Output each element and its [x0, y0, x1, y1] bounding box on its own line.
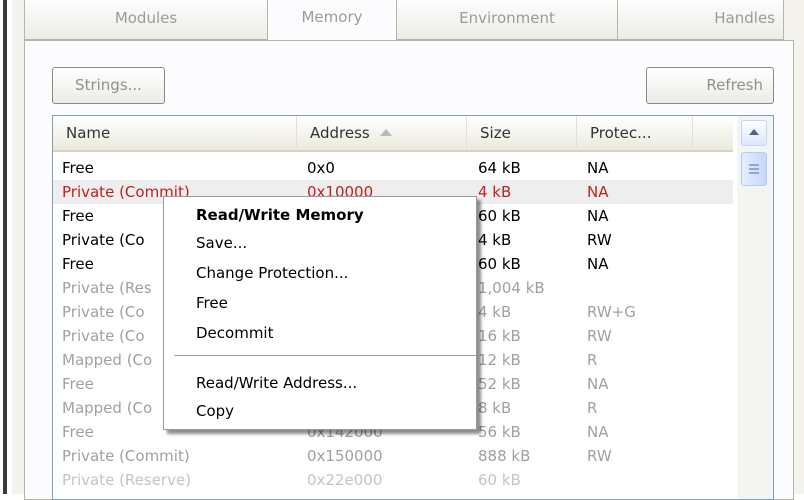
cell-size: 4 kB	[478, 231, 512, 249]
cell-name: Private (Co	[62, 327, 145, 345]
list-header: Name Address Size Protec...	[53, 116, 733, 152]
column-label: Size	[480, 124, 511, 142]
cell-name: Private (Res	[62, 279, 152, 297]
menu-item-free[interactable]: Free	[196, 289, 228, 317]
cell-protection: RW	[587, 231, 612, 249]
menu-item-change-protection[interactable]: Change Protection...	[196, 259, 348, 287]
cell-name: Private (Co	[62, 231, 145, 249]
cell-name: Free	[62, 207, 94, 225]
cell-size: 60 kB	[478, 471, 521, 489]
cell-size: 16 kB	[478, 327, 521, 345]
cell-protection: NA	[587, 183, 609, 201]
column-label: Address	[310, 124, 370, 142]
cell-protection: RW	[587, 327, 612, 345]
cell-protection: RW	[587, 447, 612, 465]
cell-size: 12 kB	[478, 351, 521, 369]
cell-protection: NA	[587, 375, 609, 393]
scroll-grip-icon	[749, 168, 759, 170]
column-header-protection[interactable]: Protec...	[577, 116, 693, 148]
sort-ascending-icon	[379, 129, 392, 136]
column-header-name[interactable]: Name	[53, 116, 297, 148]
menu-item-save[interactable]: Save...	[196, 229, 247, 257]
cell-address: 0x22e000	[307, 471, 383, 489]
cell-name: Mapped (Co	[62, 399, 153, 417]
cell-name: Free	[62, 423, 94, 441]
cell-name: Private (Co	[62, 303, 145, 321]
cell-size: 60 kB	[478, 207, 521, 225]
menu-item-read-write-address[interactable]: Read/Write Address...	[196, 369, 357, 397]
window-edge	[0, 0, 12, 494]
scroll-up-arrow-icon[interactable]	[741, 120, 767, 146]
cell-name: Private (Commit)	[62, 447, 190, 465]
cell-name: Free	[62, 255, 94, 273]
refresh-button[interactable]: Refresh	[646, 67, 774, 104]
strings-button[interactable]: Strings...	[52, 67, 165, 104]
scroll-grip-icon	[749, 164, 759, 166]
cell-size: 64 kB	[478, 159, 521, 177]
cell-protection: R	[587, 351, 598, 369]
context-menu: Read/Write Memory Save... Change Protect…	[163, 196, 477, 430]
menu-item-read-write-memory[interactable]: Read/Write Memory	[196, 201, 364, 229]
vertical-scrollbar[interactable]	[737, 116, 773, 499]
cell-size: 8 kB	[478, 399, 512, 417]
menu-item-copy[interactable]: Copy	[196, 397, 234, 425]
cell-name: Private (Reserve)	[62, 471, 192, 489]
cell-size: 1,004 kB	[478, 279, 545, 297]
menu-item-decommit[interactable]: Decommit	[196, 319, 273, 347]
menu-separator	[174, 355, 476, 356]
tab-environment[interactable]: Environment	[396, 0, 618, 40]
cell-name: Free	[62, 375, 94, 393]
cell-address: 0x0	[307, 159, 335, 177]
cell-name: Free	[62, 159, 94, 177]
scroll-thumb[interactable]	[741, 152, 767, 186]
cell-protection: NA	[587, 207, 609, 225]
tab-modules[interactable]: Modules	[24, 0, 268, 40]
table-row[interactable]: Private (Commit) 0x150000 888 kB RW	[53, 444, 733, 468]
process-properties-window: Modules Memory Environment Handles Strin…	[0, 0, 804, 500]
column-label: Protec...	[590, 124, 652, 142]
cell-protection: NA	[587, 159, 609, 177]
column-header-size[interactable]: Size	[467, 116, 577, 148]
cell-name: Mapped (Co	[62, 351, 153, 369]
table-row[interactable]: Private (Reserve) 0x22e000 60 kB	[53, 468, 733, 492]
cell-protection: NA	[587, 255, 609, 273]
cell-protection: R	[587, 399, 598, 417]
tab-handles[interactable]: Handles	[617, 0, 784, 40]
cell-size: 56 kB	[478, 423, 521, 441]
cell-protection: NA	[587, 423, 609, 441]
cell-size: 4 kB	[478, 183, 512, 201]
cell-size: 52 kB	[478, 375, 521, 393]
cell-address: 0x150000	[307, 447, 383, 465]
cell-size: 60 kB	[478, 255, 521, 273]
tab-memory[interactable]: Memory	[267, 0, 397, 42]
scroll-grip-icon	[749, 172, 759, 174]
column-label: Name	[66, 124, 111, 142]
tab-strip: Modules Memory Environment Handles	[24, 0, 784, 42]
column-header-address[interactable]: Address	[297, 116, 467, 148]
cell-protection: RW+G	[587, 303, 636, 321]
cell-size: 888 kB	[478, 447, 531, 465]
table-row[interactable]: Free 0x0 64 kB NA	[53, 156, 733, 180]
cell-size: 4 kB	[478, 303, 512, 321]
